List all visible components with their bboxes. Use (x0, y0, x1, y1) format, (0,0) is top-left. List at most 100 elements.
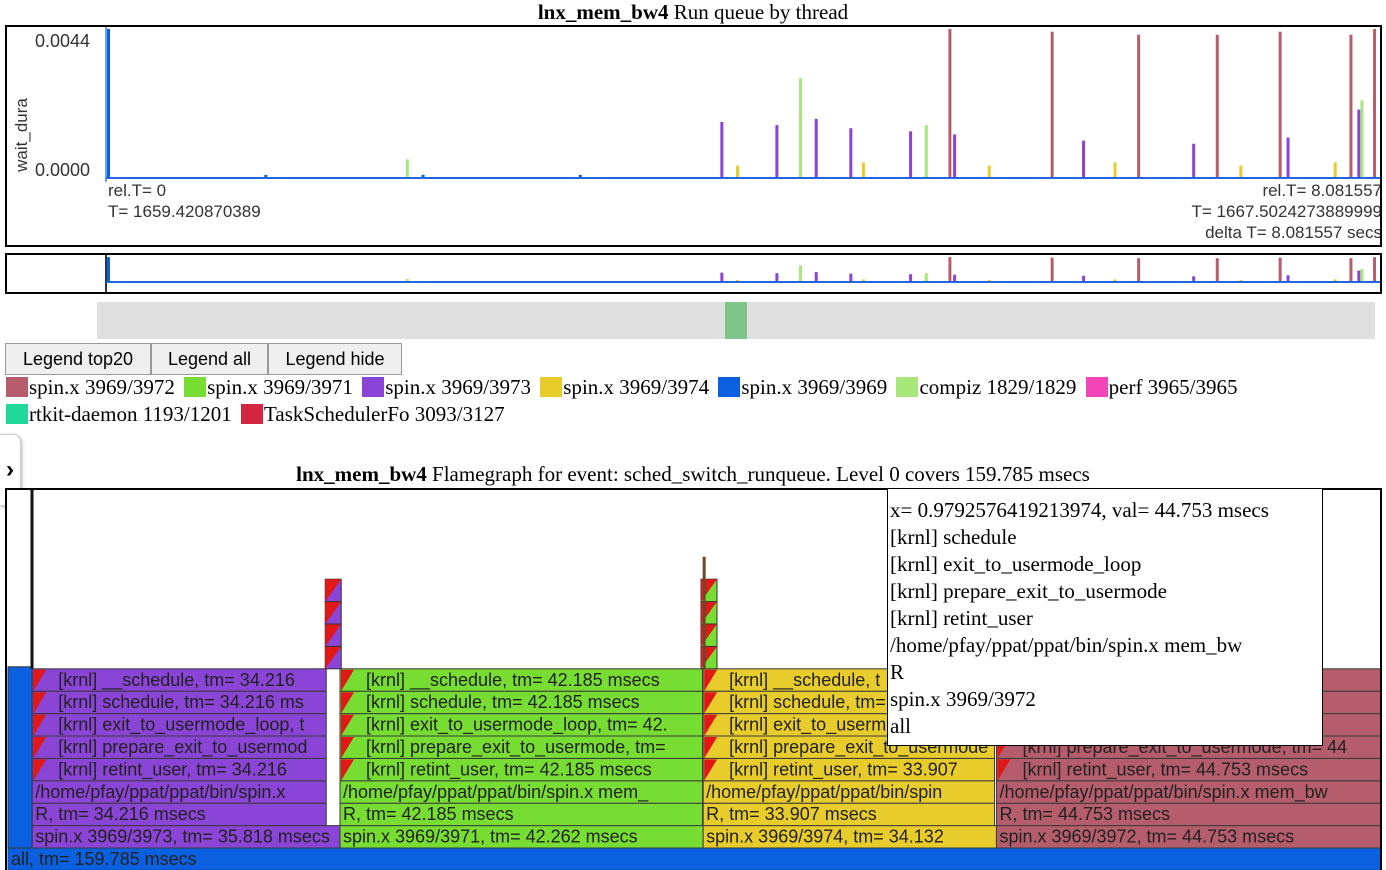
runqueue-ylabel: wait_dura (12, 98, 31, 172)
legend-row-2: rtkit-daemon 1193/1201 TaskSchedulerFo 3… (6, 401, 509, 427)
runqueue-title-rest: Run queue by thread (668, 0, 849, 24)
overview-bar (1373, 257, 1377, 282)
zoom-slider-handle[interactable] (725, 302, 747, 339)
legend-label: spin.x 3969/3974 (563, 375, 710, 399)
legend-item[interactable]: spin.x 3969/3974 (540, 374, 709, 400)
runqueue-bar[interactable] (1357, 109, 1361, 179)
legend-label: spin.x 3969/3971 (207, 375, 353, 399)
flame-frame-label: [krnl] schedule, tm= 42.185 msecs (366, 692, 640, 712)
runqueue-bar[interactable] (1239, 165, 1243, 178)
runqueue-bar[interactable] (1333, 162, 1337, 178)
flame-frame-label: R, tm= 33.907 msecs (706, 804, 877, 824)
legend-swatch (184, 377, 207, 397)
overview-bar (107, 257, 110, 282)
tooltip-line: [krnl] retint_user (890, 606, 1033, 630)
tooltip-line: [krnl] prepare_exit_to_usermode (890, 579, 1167, 603)
runqueue-bar[interactable] (1360, 100, 1364, 178)
runqueue-right-rel: rel.T= 8.081557 (1262, 181, 1382, 200)
runqueue-bar[interactable] (924, 125, 928, 178)
legend-swatch (1085, 377, 1108, 397)
runqueue-bar[interactable] (1286, 137, 1290, 178)
runqueue-bar[interactable] (1082, 140, 1086, 178)
flame-frame-label: [krnl] exit_to_usermode_loop, t (58, 715, 304, 736)
runqueue-right-delta: delta T= 8.081557 secs (1205, 223, 1382, 242)
legend-item[interactable]: spin.x 3969/3972 (6, 374, 175, 400)
runqueue-bar[interactable] (775, 125, 779, 178)
overview-bar (1278, 257, 1282, 282)
legend-item[interactable]: spin.x 3969/3969 (718, 374, 887, 400)
tooltip-line: x= 0.9792576419213974, val= 44.753 msecs (890, 498, 1269, 522)
overview-bar (720, 272, 724, 282)
runqueue-bar[interactable] (107, 29, 110, 178)
overview-bar (1137, 258, 1141, 282)
overview-bar (775, 273, 779, 282)
runqueue-bar[interactable] (1278, 31, 1282, 179)
legend-item[interactable]: rtkit-daemon 1193/1201 (6, 401, 232, 427)
overview-bar (1050, 257, 1054, 282)
legend-item[interactable]: spin.x 3969/3971 (184, 374, 353, 400)
runqueue-ylabel-wrap: wait_dura (10, 87, 32, 187)
runqueue-bar[interactable] (1050, 31, 1054, 179)
runqueue-bar[interactable] (405, 159, 409, 178)
flame-frame-other[interactable] (7, 666, 33, 849)
runqueue-chart-title: lnx_mem_bw4 Run queue by thread (0, 0, 1386, 25)
runqueue-bar[interactable] (1349, 34, 1353, 178)
flame-frame-label: [krnl] schedule, tm= 34.216 ms (58, 692, 304, 712)
flame-frame-label: [krnl] prepare_exit_to_usermode, tm= (366, 737, 666, 758)
legend-swatch (6, 377, 28, 397)
runqueue-bar[interactable] (953, 134, 957, 178)
tooltip-line: R (890, 660, 905, 684)
legend-row-1: spin.x 3969/3972 spin.x 3969/3971 spin.x… (6, 374, 1242, 400)
runqueue-bar[interactable] (814, 118, 818, 178)
legend-top20-button[interactable]: Legend top20 (5, 343, 151, 375)
legend-item[interactable]: TaskSchedulerFo 3093/3127 (241, 401, 505, 427)
runqueue-bar[interactable] (849, 128, 853, 178)
runqueue-bar[interactable] (798, 78, 802, 178)
legend-hide-button[interactable]: Legend hide (268, 343, 402, 375)
runqueue-bar[interactable] (861, 162, 865, 178)
runqueue-bar[interactable] (909, 131, 913, 178)
flame-frame-label: [krnl] retint_user, tm= 42.185 msecs (366, 759, 652, 780)
overview-bar (953, 274, 957, 282)
overview-bar (798, 265, 802, 282)
flamegraph-title-rest: Flamegraph for event: sched_switch_runqu… (426, 462, 1090, 486)
runqueue-chart-panel[interactable]: wait_dura 0.0044 0.0000 rel.T= 0 T= 1659… (5, 25, 1382, 247)
runqueue-bar[interactable] (720, 121, 724, 178)
legend-item[interactable]: spin.x 3969/3973 (362, 374, 531, 400)
runqueue-bar[interactable] (1192, 143, 1196, 178)
flamegraph-tooltip: x= 0.9792576419213974, val= 44.753 msecs… (887, 488, 1323, 746)
legend-swatch (241, 404, 264, 424)
runqueue-bar[interactable] (1113, 162, 1117, 178)
overview-bar (924, 273, 928, 282)
flame-frame-label: spin.x 3969/3974, tm= 34.132 (706, 827, 944, 847)
runqueue-bar[interactable] (987, 165, 991, 178)
overview-panel[interactable] (5, 253, 1382, 294)
overview-bar (814, 272, 818, 282)
runqueue-bar[interactable] (736, 165, 740, 178)
flame-frame-label: /home/pfay/ppat/ppat/bin/spin.x mem_bw (999, 782, 1328, 803)
flame-frame-label: [krnl] retint_user, tm= 44.753 msecs (1022, 759, 1308, 780)
flame-frame-label: [krnl] prepare_exit_to_usermod (58, 737, 307, 758)
flame-frame-root[interactable] (7, 847, 1381, 870)
flamegraph-title: lnx_mem_bw4 Flamegraph for event: sched_… (0, 462, 1386, 487)
tooltip-line: [krnl] schedule (890, 525, 1017, 549)
runqueue-bar[interactable] (1373, 29, 1377, 178)
legend-item[interactable]: compiz 1829/1829 (896, 374, 1076, 400)
zoom-slider-track[interactable] (97, 302, 1375, 339)
runqueue-bar[interactable] (1215, 34, 1219, 178)
flame-frame-label: /home/pfay/ppat/ppat/bin/spin.x (35, 782, 285, 802)
legend-all-button[interactable]: Legend all (151, 343, 268, 375)
overview-bar (909, 274, 913, 282)
flame-frame-label: [krnl] exit_to_userm (729, 715, 886, 736)
overview-svg (105, 255, 1380, 292)
flame-frame-label: [krnl] __schedule, t (729, 670, 880, 691)
overview-bars-group (107, 257, 1377, 282)
flame-frame-label: [krnl] exit_to_usermode_loop, tm= 42. (366, 715, 668, 736)
overview-bar (948, 257, 952, 282)
legend-swatch (6, 404, 28, 424)
runqueue-bar[interactable] (1137, 34, 1141, 178)
legend-item[interactable]: perf 3965/3965 (1085, 374, 1238, 400)
tooltip-line: [krnl] exit_to_usermode_loop (890, 552, 1142, 576)
runqueue-bar[interactable] (948, 29, 952, 178)
legend-label: TaskSchedulerFo 3093/3127 (264, 402, 505, 426)
